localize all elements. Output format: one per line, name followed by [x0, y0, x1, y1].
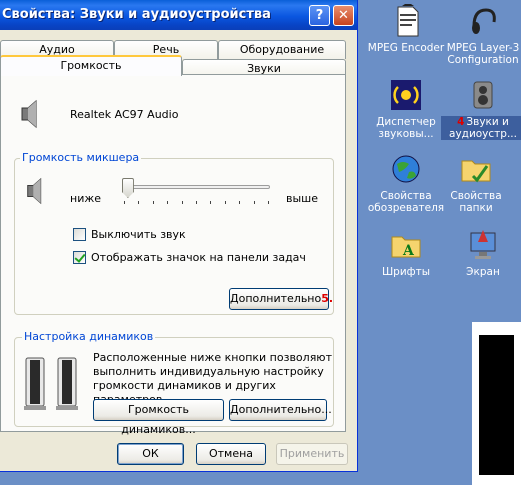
desktop-icon-label: MPEG Encoder: [367, 42, 445, 54]
slider-tick: [239, 201, 241, 204]
desktop-icon-fonts[interactable]: A Шрифты: [364, 228, 448, 278]
desktop-icon-device-manager[interactable]: Диспетчер звуковы...: [364, 78, 448, 140]
svg-text:A: A: [402, 243, 415, 259]
tab-volume[interactable]: Громкость: [0, 55, 182, 76]
desktop-icon-mpeg-encoder[interactable]: MPEG Encoder: [364, 4, 448, 54]
folder-icon: [461, 160, 491, 183]
headphones-icon: [472, 8, 496, 34]
annotation-marker: 4: [457, 116, 465, 128]
volume-high-label: выше: [286, 192, 319, 205]
slider-tick: [138, 201, 140, 204]
slider-tick: [181, 201, 183, 204]
speakers-icon: [24, 357, 78, 410]
globe-icon: [392, 155, 420, 183]
annotation-marker: 5.: [321, 292, 334, 305]
desktop-icon-mpeg-layer3[interactable]: MPEG Layer-3 Configuration: [441, 4, 521, 66]
ok-button[interactable]: ОК: [117, 443, 184, 465]
speaker-icon: [21, 99, 37, 129]
volume-low-label: ниже: [70, 192, 102, 205]
volume-slider-track[interactable]: [122, 185, 270, 189]
tray-icon-label: Отображать значок на панели задач: [91, 250, 306, 264]
slider-tick: [124, 201, 125, 204]
slider-tick: [253, 201, 255, 204]
speaker-advanced-button[interactable]: Дополнительно...: [229, 399, 332, 421]
sound-properties-window: Свойства: Звуки и аудиоустройства ? ✕ Ау…: [0, 0, 358, 472]
black-panel: [479, 335, 514, 475]
tab-hardware[interactable]: Оборудование: [218, 40, 346, 59]
help-button[interactable]: ?: [309, 5, 330, 26]
mute-row[interactable]: Выключить звук: [73, 227, 186, 241]
desktop-icon-label: Шрифты: [381, 266, 431, 278]
volume-speaker-icon: [27, 177, 42, 205]
mute-label: Выключить звук: [91, 227, 186, 241]
fonts-folder-icon: A: [391, 236, 421, 259]
tray-icon-checkbox[interactable]: [73, 250, 86, 264]
close-button[interactable]: ✕: [333, 5, 354, 26]
title-bar[interactable]: Свойства: Звуки и аудиоустройства ? ✕: [0, 0, 357, 30]
cancel-button[interactable]: Отмена: [196, 443, 266, 465]
speaker-icon: [473, 81, 493, 109]
slider-tick: [152, 201, 154, 204]
desktop-icon-label: Экран: [466, 266, 500, 278]
mute-checkbox[interactable]: [73, 227, 86, 241]
slider-tick: [224, 201, 226, 204]
document-icon: [397, 4, 419, 37]
desktop-icon-label: MPEG Layer-3 Configuration: [446, 42, 520, 66]
monitor-icon: [470, 230, 496, 259]
slider-tick: [167, 201, 169, 204]
mixer-advanced-button[interactable]: Дополнительно5.: [229, 288, 333, 310]
desktop-icon-folder-props[interactable]: Свойства папки: [434, 152, 518, 214]
device-name: Realtek AC97 Audio: [70, 108, 179, 121]
slider-tick: [196, 201, 197, 204]
desktop-icon-label: Диспетчер звуковы...: [376, 116, 436, 140]
slider-tick: [210, 201, 212, 204]
mixer-advanced-label: Дополнительно: [230, 292, 322, 305]
apply-button[interactable]: Применить: [276, 443, 348, 465]
speaker-group-title: Настройка динамиков: [22, 330, 156, 343]
desktop-icon-sounds[interactable]: 4 Звуки и аудиоустр...: [441, 78, 521, 140]
slider-tick: [268, 201, 269, 204]
tray-icon-row[interactable]: Отображать значок на панели задач: [73, 250, 306, 264]
mixer-group-title: Громкость микшера: [20, 151, 142, 164]
sound-device-icon: [391, 80, 421, 110]
desktop-icon-label: Свойства папки: [450, 190, 502, 214]
speaker-volume-button[interactable]: Громкость динамиков...: [93, 399, 224, 436]
window-title: Свойства: Звуки и аудиоустройства: [2, 7, 271, 22]
desktop-icon-display[interactable]: Экран: [441, 228, 521, 278]
